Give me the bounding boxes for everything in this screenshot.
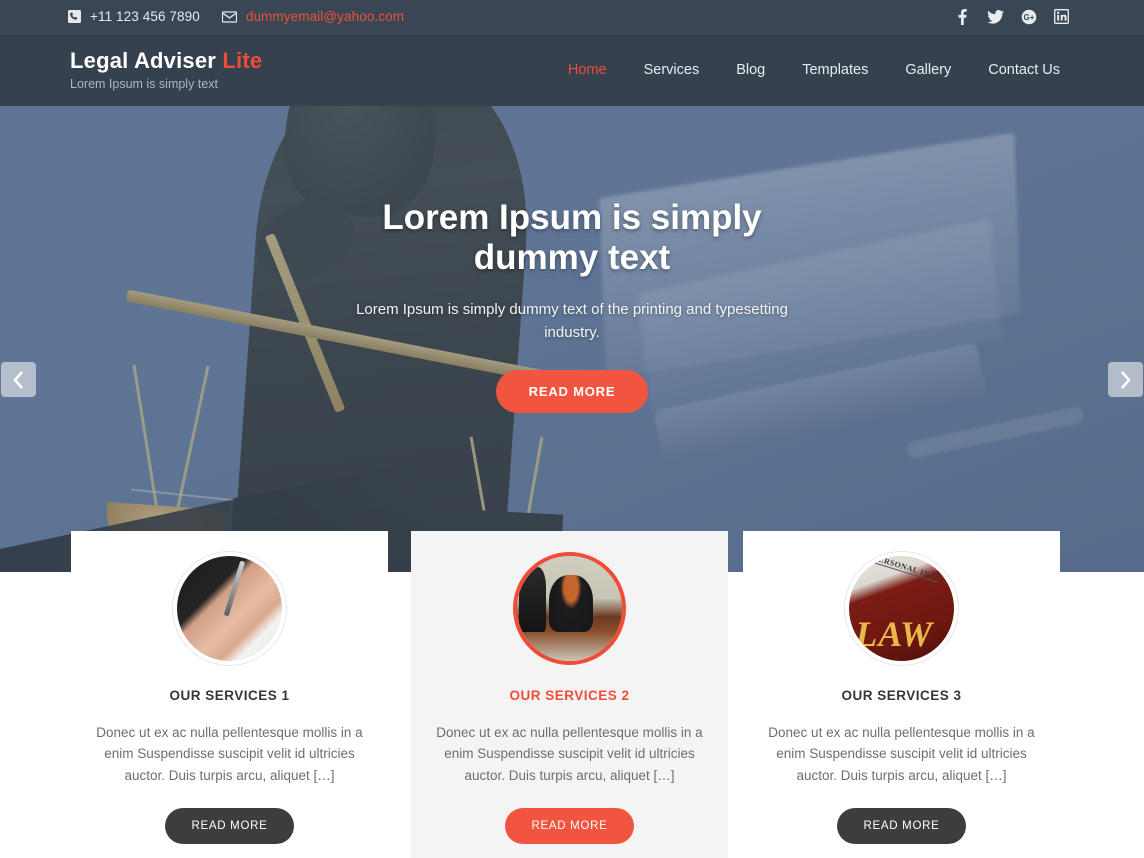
page-root: +11 123 456 7890 dummyemail@yahoo.com G+ (0, 0, 1144, 858)
service-card-2[interactable]: OUR SERVICES 2 Donec ut ex ac nulla pell… (411, 531, 728, 858)
service-title-3: OUR SERVICES 3 (841, 688, 962, 703)
service-read-more-button-2[interactable]: READ MORE (504, 807, 635, 844)
site-header: Legal Adviser Lite Lorem Ipsum is simply… (0, 34, 1144, 106)
chevron-left-icon (12, 370, 25, 389)
nav-item-blog[interactable]: Blog (736, 62, 765, 78)
service-card-1[interactable]: OUR SERVICES 1 Donec ut ex ac nulla pell… (71, 531, 388, 858)
service-image-3 (845, 552, 958, 665)
nav-item-services[interactable]: Services (644, 62, 700, 78)
nav-item-home[interactable]: Home (568, 62, 607, 78)
brand-title: Legal Adviser Lite (70, 47, 263, 73)
hero-slider: Lorem Ipsum is simply dummy text Lorem I… (0, 106, 1144, 572)
envelope-icon (221, 10, 237, 23)
service-read-more-button-3[interactable]: READ MORE (836, 807, 967, 844)
top-bar: +11 123 456 7890 dummyemail@yahoo.com G+ (0, 0, 1144, 34)
top-bar-contacts: +11 123 456 7890 dummyemail@yahoo.com (68, 9, 404, 24)
nav-item-templates[interactable]: Templates (802, 62, 868, 78)
brand-logo[interactable]: Legal Adviser Lite Lorem Ipsum is simply… (70, 47, 263, 92)
services-cards: OUR SERVICES 1 Donec ut ex ac nulla pell… (0, 531, 1144, 858)
twitter-icon[interactable] (987, 8, 1004, 25)
social-links: G+ (954, 8, 1070, 25)
service-text-2: Donec ut ex ac nulla pellentesque mollis… (436, 725, 703, 783)
google-plus-icon[interactable]: G+ (1020, 8, 1037, 25)
email-link[interactable]: dummyemail@yahoo.com (246, 9, 404, 24)
brand-tagline: Lorem Ipsum is simply text (70, 77, 218, 92)
hero-subtitle: Lorem Ipsum is simply dummy text of the … (356, 301, 788, 341)
linkedin-icon[interactable] (1053, 8, 1070, 25)
nav-item-contact-us[interactable]: Contact Us (988, 62, 1060, 78)
phone-contact[interactable]: +11 123 456 7890 (68, 9, 200, 24)
hero-read-more-button[interactable]: READ MORE (495, 370, 649, 414)
service-text-3: Donec ut ex ac nulla pellentesque mollis… (768, 725, 1035, 783)
service-card-3[interactable]: OUR SERVICES 3 Donec ut ex ac nulla pell… (743, 531, 1060, 858)
service-read-more-button-1[interactable]: READ MORE (164, 807, 295, 844)
slider-prev-button[interactable] (1, 362, 36, 397)
main-nav: Home Services Blog Templates Gallery Con… (568, 62, 1060, 78)
slider-next-button[interactable] (1108, 362, 1143, 397)
nav-item-gallery[interactable]: Gallery (905, 62, 951, 78)
svg-text:G+: G+ (1023, 13, 1034, 22)
email-contact[interactable]: dummyemail@yahoo.com (221, 9, 404, 24)
service-text-1: Donec ut ex ac nulla pellentesque mollis… (96, 725, 363, 783)
chevron-right-icon (1119, 370, 1132, 389)
service-title-1: OUR SERVICES 1 (169, 688, 290, 703)
service-title-2: OUR SERVICES 2 (509, 688, 630, 703)
service-image-2 (513, 552, 626, 665)
brand-accent-text: Lite (222, 47, 263, 73)
phone-icon (68, 10, 81, 23)
brand-main-text: Legal Adviser (70, 47, 217, 73)
service-image-1 (173, 552, 286, 665)
hero-title: Lorem Ipsum is simply dummy text (382, 198, 762, 277)
phone-number: +11 123 456 7890 (90, 9, 200, 24)
hero-content: Lorem Ipsum is simply dummy text Lorem I… (0, 106, 1144, 572)
facebook-icon[interactable] (954, 8, 971, 25)
